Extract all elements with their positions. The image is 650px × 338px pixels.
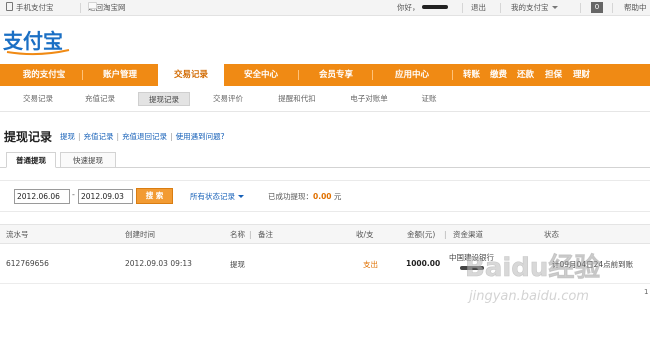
quick-link-guarantee[interactable]: 担保 (545, 64, 562, 86)
help-center-link[interactable]: 帮助中 (624, 0, 647, 16)
col-amount: 金额(元) (407, 230, 436, 239)
cell-in-out: 支出 (363, 260, 378, 269)
divider: | (170, 132, 173, 141)
quick-link-repayment[interactable]: 还款 (517, 64, 534, 86)
link-withdraw[interactable]: 提现 (60, 132, 75, 141)
divider: | (78, 132, 81, 141)
nav-app-center[interactable]: 应用中心 (380, 64, 444, 86)
cell-name: 提现 (230, 260, 245, 269)
main-nav: 我的支付宝 账户管理 交易记录 安全中心 会员专享 应用中心 转账 缴费 还款 … (0, 64, 650, 87)
link-recharge-refund-records[interactable]: 充值退回记录 (122, 132, 167, 141)
top-utility-bar: 手机支付宝 返回淘宝网 你好， 退出 我的支付宝 0 帮助中 (0, 0, 650, 16)
mobile-alipay-link[interactable]: 手机支付宝 (6, 0, 54, 16)
watermark-url: jingyan.baidu.com (467, 289, 589, 304)
cell-serial: 612769656 (6, 259, 49, 268)
subnav-e-statements[interactable]: 电子对账单 (340, 92, 398, 106)
subnav-recharge-records[interactable]: 充值记录 (76, 92, 124, 106)
link-recharge-records[interactable]: 充值记录 (84, 132, 114, 141)
date-range-dash: - (72, 190, 75, 199)
tab-normal-withdrawal[interactable]: 普通提现 (6, 152, 56, 168)
link-help-problems[interactable]: 使用遇到问题? (176, 132, 225, 141)
divider: | (444, 230, 447, 239)
tab-fast-withdrawal[interactable]: 快速提现 (60, 152, 116, 168)
subnav-transaction-records[interactable]: 交易记录 (14, 92, 62, 106)
subnav-withdrawal-records[interactable]: 提现记录 (138, 92, 190, 106)
col-in-out: 收/支 (356, 230, 374, 239)
subnav-certificates[interactable]: 证账 (414, 92, 444, 106)
chevron-down-icon (551, 6, 558, 9)
sub-nav: 交易记录 充值记录 提现记录 交易评价 提醒和代扣 电子对账单 证账 (0, 86, 650, 112)
col-created: 创建时间 (125, 230, 155, 239)
divider (298, 70, 299, 80)
nav-account-management[interactable]: 账户管理 (86, 64, 154, 86)
withdrawal-type-tabs: 普通提现 快速提现 (0, 150, 650, 168)
nav-member-exclusive[interactable]: 会员专享 (304, 64, 368, 86)
browser-tab-icon (88, 2, 97, 9)
mobile-phone-icon (6, 2, 13, 11)
quick-link-transfer[interactable]: 转账 (463, 64, 480, 86)
search-button[interactable]: 搜 索 (136, 188, 173, 204)
quick-link-wealth[interactable]: 理财 (573, 64, 590, 86)
heading-links: 提现 | 充值记录 | 充值退回记录 | 使用遇到问题? (60, 131, 225, 142)
divider: | (249, 230, 252, 239)
divider (612, 3, 613, 13)
cell-created: 2012.09.03 09:13 (125, 259, 192, 268)
page-title: 提现记录 (4, 130, 53, 144)
message-count-badge[interactable]: 0 (591, 2, 603, 13)
divider (462, 3, 463, 13)
divider (82, 70, 83, 80)
quick-link-bill-pay[interactable]: 缴费 (490, 64, 507, 86)
divider (80, 3, 81, 13)
logo-text: 支付宝 (3, 29, 63, 53)
col-name: 名称 (230, 230, 245, 239)
success-total: 已成功提现：0.00 元 (268, 192, 342, 201)
subnav-transaction-reviews[interactable]: 交易评价 (204, 92, 252, 106)
start-date-input[interactable] (14, 189, 70, 204)
chevron-down-icon (238, 195, 244, 198)
my-alipay-dropdown[interactable]: 我的支付宝 (511, 0, 558, 16)
success-amount: 0.00 (313, 192, 332, 201)
col-serial: 流水号 (6, 230, 29, 239)
divider (500, 3, 501, 13)
filter-bar: - 搜 索 所有状态记录 已成功提现：0.00 元 (0, 180, 650, 212)
cell-amount: 1000.00 (406, 259, 441, 268)
col-remark: 备注 (258, 230, 273, 239)
back-taobao-link[interactable]: 返回淘宝网 (88, 0, 126, 16)
divider (580, 3, 581, 13)
redacted-username (421, 5, 448, 9)
nav-security-center[interactable]: 安全中心 (228, 64, 294, 86)
watermark-brand: Baidu经验 (465, 252, 600, 283)
divider (452, 70, 453, 80)
baidu-jingyan-watermark: Baidu经验 jingyan.baidu.com (465, 252, 601, 304)
subnav-reminders-autodebit[interactable]: 提醒和代扣 (268, 92, 326, 106)
logout-link[interactable]: 退出 (471, 0, 486, 16)
alipay-logo[interactable]: 支付宝 (3, 26, 73, 56)
divider (372, 70, 373, 80)
nav-my-alipay[interactable]: 我的支付宝 (8, 64, 80, 86)
nav-transaction-records[interactable]: 交易记录 (158, 64, 224, 87)
divider: | (116, 132, 120, 141)
end-date-input[interactable] (78, 189, 133, 204)
pagination[interactable]: 1 (644, 288, 648, 296)
status-filter-dropdown[interactable]: 所有状态记录 (190, 191, 244, 202)
user-greeting: 你好， (397, 0, 448, 16)
